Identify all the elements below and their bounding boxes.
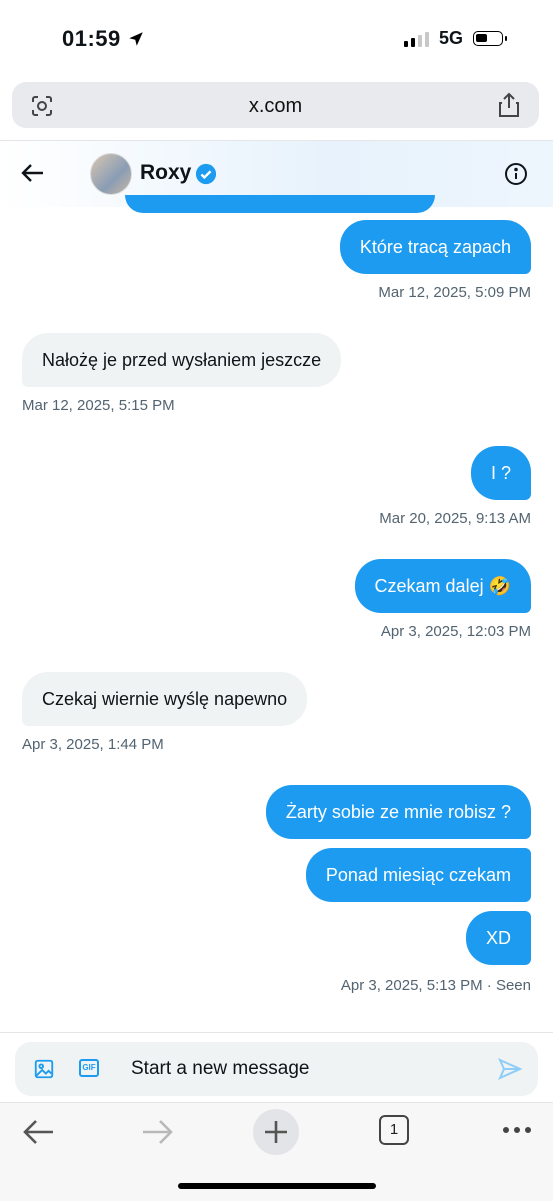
message-bubble-outgoing[interactable]: Które tracą zapach (339, 220, 531, 274)
new-tab-button[interactable] (253, 1109, 299, 1155)
browser-back-icon[interactable] (22, 1117, 56, 1147)
divider (0, 1032, 553, 1033)
more-icon[interactable] (503, 1127, 531, 1133)
url-text[interactable]: x.com (12, 95, 539, 118)
status-time: 01:59 (62, 26, 145, 52)
message-input[interactable]: Start a new message (131, 1058, 309, 1080)
message-bubble-incoming[interactable]: Czekaj wiernie wyślę napewno (22, 672, 308, 726)
url-bar[interactable]: x.com (12, 82, 539, 128)
message-bubble-outgoing[interactable]: XD (465, 911, 531, 965)
gif-icon[interactable]: GIF (79, 1059, 99, 1077)
verified-badge-icon (195, 163, 217, 185)
back-arrow-icon[interactable] (20, 161, 46, 185)
send-icon[interactable] (498, 1058, 522, 1080)
home-indicator (178, 1183, 376, 1189)
message-timestamp: Mar 12, 2025, 5:15 PM (22, 397, 175, 414)
message-timestamp: Mar 12, 2025, 5:09 PM (378, 284, 531, 301)
message-bubble-outgoing[interactable]: Żarty sobie ze mnie robisz ? (265, 785, 531, 839)
message-timestamp: Mar 20, 2025, 9:13 AM (379, 510, 531, 527)
network-label: 5G (438, 28, 463, 48)
battery-icon (473, 31, 507, 46)
share-icon[interactable] (497, 92, 521, 118)
location-arrow-icon (129, 32, 143, 46)
info-icon[interactable] (504, 162, 528, 186)
message-bubble-outgoing[interactable]: Ponad miesiąc czekam (305, 848, 531, 902)
tabs-icon[interactable]: 1 (379, 1115, 409, 1145)
message-bubble-partial (125, 195, 435, 213)
status-time-text: 01:59 (62, 26, 121, 51)
message-timestamp: Apr 3, 2025, 5:13 PM · Seen (340, 977, 531, 994)
message-timestamp: Apr 3, 2025, 1:44 PM (22, 736, 164, 753)
message-bubble-outgoing[interactable]: Czekam dalej 🤣 (354, 559, 531, 613)
message-timestamp: Apr 3, 2025, 12:03 PM (380, 623, 531, 640)
avatar[interactable] (90, 153, 132, 195)
message-bubble-incoming[interactable]: Nałożę je przed wysłaniem jeszcze (22, 333, 342, 387)
message-bubble-outgoing[interactable]: I ? (470, 446, 531, 500)
image-icon[interactable] (33, 1058, 55, 1080)
message-composer[interactable]: GIF Start a new message (15, 1042, 538, 1096)
signal-icon (403, 31, 429, 47)
new-tab-icon (265, 1121, 287, 1143)
contact-name[interactable]: Roxy (140, 161, 191, 185)
status-indicators: 5G (403, 28, 507, 49)
browser-forward-icon[interactable] (140, 1117, 174, 1147)
